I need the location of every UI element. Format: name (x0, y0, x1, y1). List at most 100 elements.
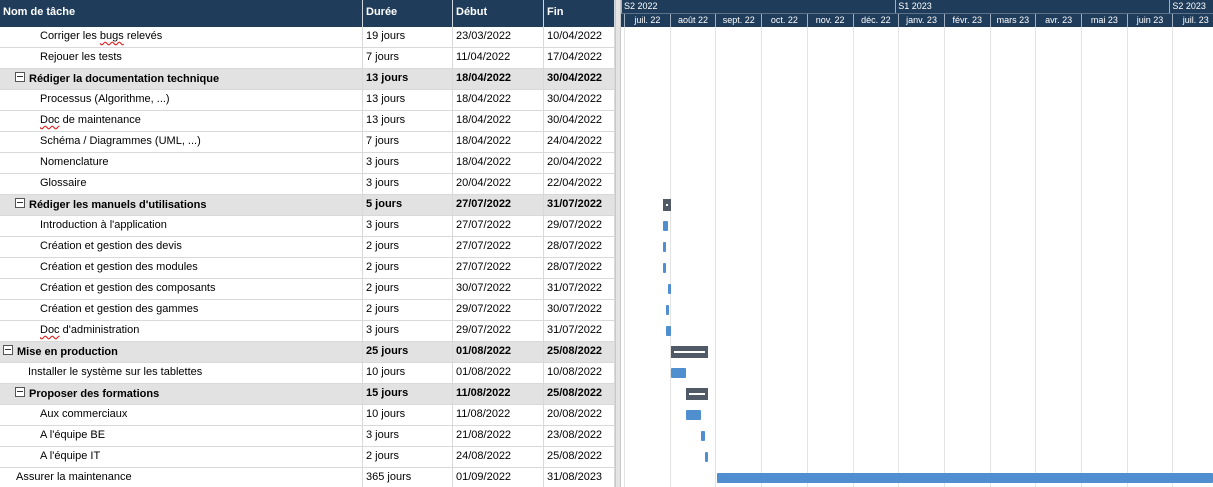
end-date-cell[interactable]: 31/07/2022 (544, 279, 615, 299)
start-date-cell[interactable]: 24/08/2022 (453, 447, 544, 467)
task-row[interactable]: Installer le système sur les tablettes 10… (0, 363, 615, 384)
task-name-cell[interactable]: Rédiger la documentation technique (0, 69, 363, 89)
duration-cell[interactable]: 7 jours (363, 132, 453, 152)
col-header-duration[interactable]: Durée (363, 0, 453, 27)
start-date-cell[interactable]: 11/08/2022 (453, 405, 544, 425)
duration-cell[interactable]: 13 jours (363, 90, 453, 110)
end-date-cell[interactable]: 10/04/2022 (544, 27, 615, 47)
col-header-name[interactable]: Nom de tâche (0, 0, 363, 27)
task-bar[interactable] (717, 473, 1213, 483)
summary-task-row[interactable]: Proposer des formations 15 jours 11/08/202… (0, 384, 615, 405)
duration-cell[interactable]: 19 jours (363, 27, 453, 47)
task-row[interactable]: Doc de maintenance 13 jours 18/04/2022 30/0… (0, 111, 615, 132)
task-bar[interactable] (670, 368, 686, 378)
duration-cell[interactable]: 2 jours (363, 300, 453, 320)
start-date-cell[interactable]: 21/08/2022 (453, 426, 544, 446)
task-row[interactable]: Doc d'administration 3 jours 29/07/2022 31/… (0, 321, 615, 342)
summary-task-row[interactable]: Mise en production 25 jours 01/08/2022 25/0… (0, 342, 615, 363)
summary-bar[interactable] (670, 346, 709, 358)
summary-task-row[interactable]: Rédiger les manuels d'utilisations 5 jour… (0, 195, 615, 216)
task-row[interactable]: Création et gestion des composants 2 jour… (0, 279, 615, 300)
start-date-cell[interactable]: 27/07/2022 (453, 216, 544, 236)
summary-task-row[interactable]: Rédiger la documentation technique 13 jou… (0, 69, 615, 90)
collapse-toggle-icon[interactable] (3, 345, 13, 355)
task-name-cell[interactable]: Assurer la maintenance (0, 468, 363, 487)
duration-cell[interactable]: 25 jours (363, 342, 453, 362)
duration-cell[interactable]: 2 jours (363, 279, 453, 299)
start-date-cell[interactable]: 29/07/2022 (453, 321, 544, 341)
end-date-cell[interactable]: 25/08/2022 (544, 342, 615, 362)
task-name-cell[interactable]: Nomenclature (0, 153, 363, 173)
task-name-cell[interactable]: Doc de maintenance (0, 111, 363, 131)
start-date-cell[interactable]: 20/04/2022 (453, 174, 544, 194)
task-name-cell[interactable]: Rédiger les manuels d'utilisations (0, 195, 363, 215)
end-date-cell[interactable]: 25/08/2022 (544, 447, 615, 467)
end-date-cell[interactable]: 23/08/2022 (544, 426, 615, 446)
start-date-cell[interactable]: 18/04/2022 (453, 111, 544, 131)
end-date-cell[interactable]: 30/04/2022 (544, 90, 615, 110)
duration-cell[interactable]: 13 jours (363, 69, 453, 89)
start-date-cell[interactable]: 27/07/2022 (453, 258, 544, 278)
task-row[interactable]: Glossaire 3 jours 20/04/2022 22/04/2022 (0, 174, 615, 195)
task-name-cell[interactable]: Corriger les bugs relevés (0, 27, 363, 47)
task-bar[interactable] (663, 263, 667, 273)
summary-bar[interactable] (685, 388, 709, 400)
start-date-cell[interactable]: 01/08/2022 (453, 363, 544, 383)
end-date-cell[interactable]: 28/07/2022 (544, 237, 615, 257)
task-bar[interactable] (666, 305, 670, 315)
end-date-cell[interactable]: 31/08/2023 (544, 468, 615, 487)
end-date-cell[interactable]: 25/08/2022 (544, 384, 615, 404)
task-name-cell[interactable]: Création et gestion des gammes (0, 300, 363, 320)
task-name-cell[interactable]: Mise en production (0, 342, 363, 362)
duration-cell[interactable]: 2 jours (363, 237, 453, 257)
end-date-cell[interactable]: 30/07/2022 (544, 300, 615, 320)
duration-cell[interactable]: 7 jours (363, 48, 453, 68)
task-row[interactable]: Assurer la maintenance 365 jours 01/09/202… (0, 468, 615, 487)
start-date-cell[interactable]: 30/07/2022 (453, 279, 544, 299)
col-header-start[interactable]: Début (453, 0, 544, 27)
duration-cell[interactable]: 365 jours (363, 468, 453, 487)
end-date-cell[interactable]: 29/07/2022 (544, 216, 615, 236)
duration-cell[interactable]: 3 jours (363, 426, 453, 446)
task-bar[interactable] (705, 452, 709, 462)
collapse-toggle-icon[interactable] (15, 72, 25, 82)
collapse-toggle-icon[interactable] (15, 198, 25, 208)
task-bar[interactable] (666, 326, 671, 336)
task-row[interactable]: Corriger les bugs relevés 19 jours 23/03/2… (0, 27, 615, 48)
start-date-cell[interactable]: 18/04/2022 (453, 90, 544, 110)
end-date-cell[interactable]: 20/08/2022 (544, 405, 615, 425)
collapse-toggle-icon[interactable] (15, 387, 25, 397)
task-name-cell[interactable]: Processus (Algorithme, ...) (0, 90, 363, 110)
duration-cell[interactable]: 3 jours (363, 174, 453, 194)
end-date-cell[interactable]: 31/07/2022 (544, 195, 615, 215)
end-date-cell[interactable]: 17/04/2022 (544, 48, 615, 68)
end-date-cell[interactable]: 31/07/2022 (544, 321, 615, 341)
start-date-cell[interactable]: 27/07/2022 (453, 237, 544, 257)
start-date-cell[interactable]: 01/09/2022 (453, 468, 544, 487)
duration-cell[interactable]: 15 jours (363, 384, 453, 404)
end-date-cell[interactable]: 10/08/2022 (544, 363, 615, 383)
end-date-cell[interactable]: 22/04/2022 (544, 174, 615, 194)
task-bar[interactable] (667, 284, 671, 294)
task-name-cell[interactable]: Doc d'administration (0, 321, 363, 341)
start-date-cell[interactable]: 18/04/2022 (453, 153, 544, 173)
end-date-cell[interactable]: 28/07/2022 (544, 258, 615, 278)
task-name-cell[interactable]: A l'équipe BE (0, 426, 363, 446)
task-name-cell[interactable]: Aux commerciaux (0, 405, 363, 425)
duration-cell[interactable]: 10 jours (363, 405, 453, 425)
duration-cell[interactable]: 3 jours (363, 321, 453, 341)
task-row[interactable]: A l'équipe IT 2 jours 24/08/2022 25/08/2022 (0, 447, 615, 468)
task-name-cell[interactable]: Introduction à l'application (0, 216, 363, 236)
start-date-cell[interactable]: 29/07/2022 (453, 300, 544, 320)
duration-cell[interactable]: 3 jours (363, 153, 453, 173)
end-date-cell[interactable]: 20/04/2022 (544, 153, 615, 173)
task-row[interactable]: Création et gestion des gammes 2 jours 29/… (0, 300, 615, 321)
task-row[interactable]: Introduction à l'application 3 jours 27/07… (0, 216, 615, 237)
duration-cell[interactable]: 5 jours (363, 195, 453, 215)
task-row[interactable]: Schéma / Diagrammes (UML, ...) 7 jours 18/… (0, 132, 615, 153)
task-bar[interactable] (663, 242, 667, 252)
start-date-cell[interactable]: 23/03/2022 (453, 27, 544, 47)
task-name-cell[interactable]: Proposer des formations (0, 384, 363, 404)
task-row[interactable]: Processus (Algorithme, ...) 13 jours 18/04… (0, 90, 615, 111)
end-date-cell[interactable]: 30/04/2022 (544, 69, 615, 89)
